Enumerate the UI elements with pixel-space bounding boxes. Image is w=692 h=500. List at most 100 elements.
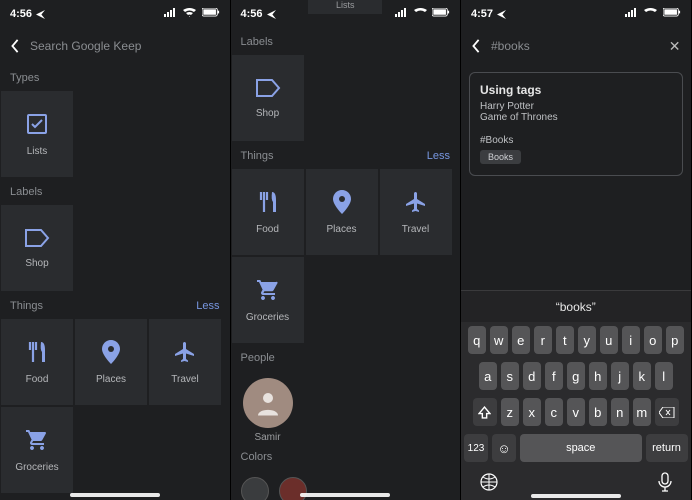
backspace-key[interactable] [655,398,679,426]
people-header: People [231,344,461,370]
clock-text: 4:57 [471,8,493,20]
cart-icon [256,278,280,302]
key-m[interactable]: m [633,398,651,426]
search-placeholder: Search Google Keep [30,39,141,53]
color-swatch-dark[interactable] [241,477,269,500]
key-n[interactable]: n [611,398,629,426]
key-c[interactable]: c [545,398,563,426]
home-indicator[interactable] [300,493,390,497]
key-y[interactable]: y [578,326,596,354]
note-line: Game of Thrones [480,112,672,123]
search-bar[interactable]: Search Google Keep [0,28,230,64]
home-indicator[interactable] [70,493,160,497]
tile-label: Lists [27,146,48,157]
home-indicator[interactable] [531,494,621,498]
keyboard[interactable]: “books” qwertyuiop asdfghjkl zxcvbnm 123… [461,290,691,500]
type-tile-lists[interactable]: Lists [0,90,74,178]
person-samir[interactable]: Samir [231,378,461,443]
emoji-key[interactable]: ☺ [492,434,516,462]
mic-icon[interactable] [657,472,673,492]
key-f[interactable]: f [545,362,563,390]
person-name: Samir [231,432,305,443]
search-query: #books [491,39,530,53]
screen-search-results: 4:57 #books ✕ Using tags Harry Potter Ga… [461,0,692,500]
clock-text: 4:56 [10,8,32,20]
shift-key[interactable] [473,398,497,426]
key-l[interactable]: l [655,362,673,390]
plane-icon [173,340,197,364]
things-header: ThingsLess [231,142,461,168]
note-hashtag: #Books [480,135,672,146]
key-k[interactable]: k [633,362,651,390]
thing-tile-groceries[interactable]: Groceries [231,256,305,344]
thing-tile-places[interactable]: Places [305,168,379,256]
pin-icon [333,190,351,214]
key-x[interactable]: x [523,398,541,426]
food-icon [257,190,279,214]
clock-text: 4:56 [241,8,263,20]
key-t[interactable]: t [556,326,574,354]
key-g[interactable]: g [567,362,585,390]
status-bar: 4:56 [0,0,230,28]
key-j[interactable]: j [611,362,629,390]
thing-tile-groceries[interactable]: Groceries [0,406,74,494]
types-header: Types [0,64,230,90]
location-icon [36,10,45,19]
label-tile-shop[interactable]: Shop [231,54,305,142]
shift-icon [478,406,491,419]
key-a[interactable]: a [479,362,497,390]
checkbox-icon [25,112,49,136]
numbers-key[interactable]: 123 [464,434,488,462]
less-link[interactable]: Less [196,300,219,312]
status-bar: 4:56 [231,0,461,28]
space-key[interactable]: space [520,434,642,462]
return-key[interactable]: return [646,434,688,462]
food-icon [26,340,48,364]
note-card[interactable]: Using tags Harry Potter Game of Thrones … [469,72,683,176]
key-h[interactable]: h [589,362,607,390]
back-icon[interactable] [471,39,481,53]
key-e[interactable]: e [512,326,530,354]
keyboard-suggestion[interactable]: “books” [461,290,691,322]
thing-tile-travel[interactable]: Travel [379,168,453,256]
cart-icon [25,428,49,452]
screen-search-categories: 4:56 Search Google Keep Types Lists Labe… [0,0,231,500]
label-chip[interactable]: Books [480,150,521,164]
key-d[interactable]: d [523,362,541,390]
status-icons [623,8,680,20]
label-icon [255,78,281,98]
pin-icon [102,340,120,364]
note-line: Harry Potter [480,101,672,112]
search-bar[interactable]: #books ✕ [461,28,691,64]
thing-tile-food[interactable]: Food [231,168,305,256]
tile-label: Shop [25,258,48,269]
tile-label: Shop [256,108,279,119]
labels-header: Labels [231,28,461,54]
thing-tile-food[interactable]: Food [0,318,74,406]
note-title: Using tags [480,83,672,97]
colors-header: Colors [231,443,461,469]
tile-label: Groceries [15,462,58,473]
key-p[interactable]: p [666,326,684,354]
key-b[interactable]: b [589,398,607,426]
less-link[interactable]: Less [427,150,450,162]
globe-icon[interactable] [479,472,499,492]
clear-icon[interactable]: ✕ [669,38,681,55]
key-u[interactable]: u [600,326,618,354]
things-header: Things Less [0,292,230,318]
label-tile-shop[interactable]: Shop [0,204,74,292]
thing-tile-places[interactable]: Places [74,318,148,406]
thing-tile-travel[interactable]: Travel [148,318,222,406]
back-icon[interactable] [10,39,20,53]
key-v[interactable]: v [567,398,585,426]
key-q[interactable]: q [468,326,486,354]
key-i[interactable]: i [622,326,640,354]
tile-label: Places [96,374,126,385]
key-o[interactable]: o [644,326,662,354]
key-r[interactable]: r [534,326,552,354]
key-s[interactable]: s [501,362,519,390]
key-z[interactable]: z [501,398,519,426]
tile-label: Travel [171,374,198,385]
avatar [243,378,293,428]
key-w[interactable]: w [490,326,508,354]
